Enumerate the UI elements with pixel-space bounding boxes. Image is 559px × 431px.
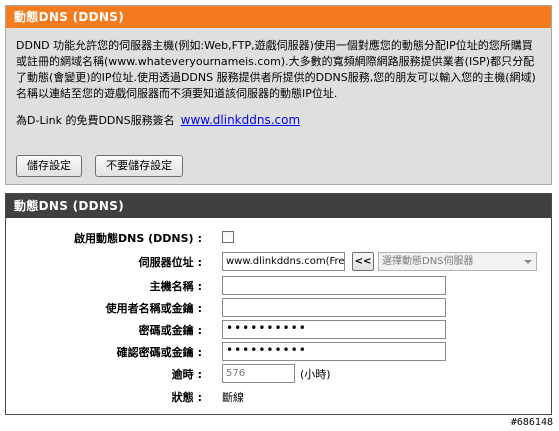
button-row: 儲存設定 不要儲存設定	[16, 154, 191, 177]
password-row: 密碼或金鑰: ••••••••••	[6, 320, 551, 340]
save-settings-button[interactable]: 儲存設定	[16, 155, 82, 177]
dont-save-settings-button[interactable]: 不要儲存設定	[95, 155, 184, 177]
intro-panel-title: 動態DNS (DDNS)	[6, 6, 551, 28]
enable-ddns-checkbox[interactable]	[222, 231, 234, 243]
verify-password-input[interactable]: ••••••••••	[222, 342, 446, 361]
status-label: 狀態:	[171, 391, 202, 404]
username-label: 使用者名稱或金鑰:	[105, 302, 202, 315]
signup-text: 為D-Link 的免費DDNS服務簽名	[16, 114, 175, 127]
verify-password-row: 確認密碼或金鑰: ••••••••••	[6, 342, 551, 362]
enable-ddns-row: 啟用動態DNS (DDNS):	[6, 228, 551, 248]
ddns-panel-title: 動態DNS (DDNS)	[6, 194, 551, 218]
ddns-server-select[interactable]: 選擇動態DNS伺服器	[378, 252, 537, 271]
hostname-input[interactable]	[222, 276, 446, 295]
copy-server-button[interactable]: <<	[352, 252, 374, 271]
signup-line: 為D-Link 的免費DDNS服務簽名 www.dlinkddns.com	[16, 112, 541, 128]
password-input[interactable]: ••••••••••	[222, 320, 446, 339]
hostname-row: 主機名稱:	[6, 276, 551, 296]
verify-password-label: 確認密碼或金鑰:	[116, 346, 202, 359]
ddns-server-select-value: 選擇動態DNS伺服器	[382, 256, 474, 267]
ddns-intro-panel: 動態DNS (DDNS) DDND 功能允許您的伺服器主機(例如:Web,FTP…	[5, 5, 552, 185]
ddns-settings-panel: 動態DNS (DDNS) 啟用動態DNS (DDNS): 伺服器位址: www.…	[5, 193, 552, 415]
hostname-label: 主機名稱:	[149, 280, 202, 293]
dlinkddns-link[interactable]: www.dlinkddns.com	[181, 113, 301, 127]
server-address-input[interactable]: www.dlinkddns.com(Free)	[222, 252, 345, 271]
status-value: 斷線	[222, 391, 244, 404]
chevron-down-icon	[524, 260, 532, 264]
server-address-row: 伺服器位址: www.dlinkddns.com(Free) << 選擇動態DN…	[6, 252, 551, 272]
username-input[interactable]	[222, 298, 446, 317]
intro-description: DDND 功能允許您的伺服器主機(例如:Web,FTP,遊戲伺服器)使用一個對應…	[16, 39, 536, 100]
timeout-input[interactable]: 576	[222, 364, 295, 383]
password-label: 密碼或金鑰:	[138, 324, 202, 337]
timeout-row: 逾時: 576 (小時)	[6, 364, 551, 384]
enable-ddns-label: 啟用動態DNS (DDNS):	[74, 232, 202, 245]
timeout-label: 逾時:	[171, 368, 202, 381]
status-row: 狀態: 斷線	[6, 387, 551, 407]
timeout-unit: (小時)	[300, 368, 331, 381]
server-address-label: 伺服器位址:	[138, 256, 202, 269]
username-row: 使用者名稱或金鑰:	[6, 298, 551, 318]
watermark-text: #686148	[510, 417, 553, 428]
